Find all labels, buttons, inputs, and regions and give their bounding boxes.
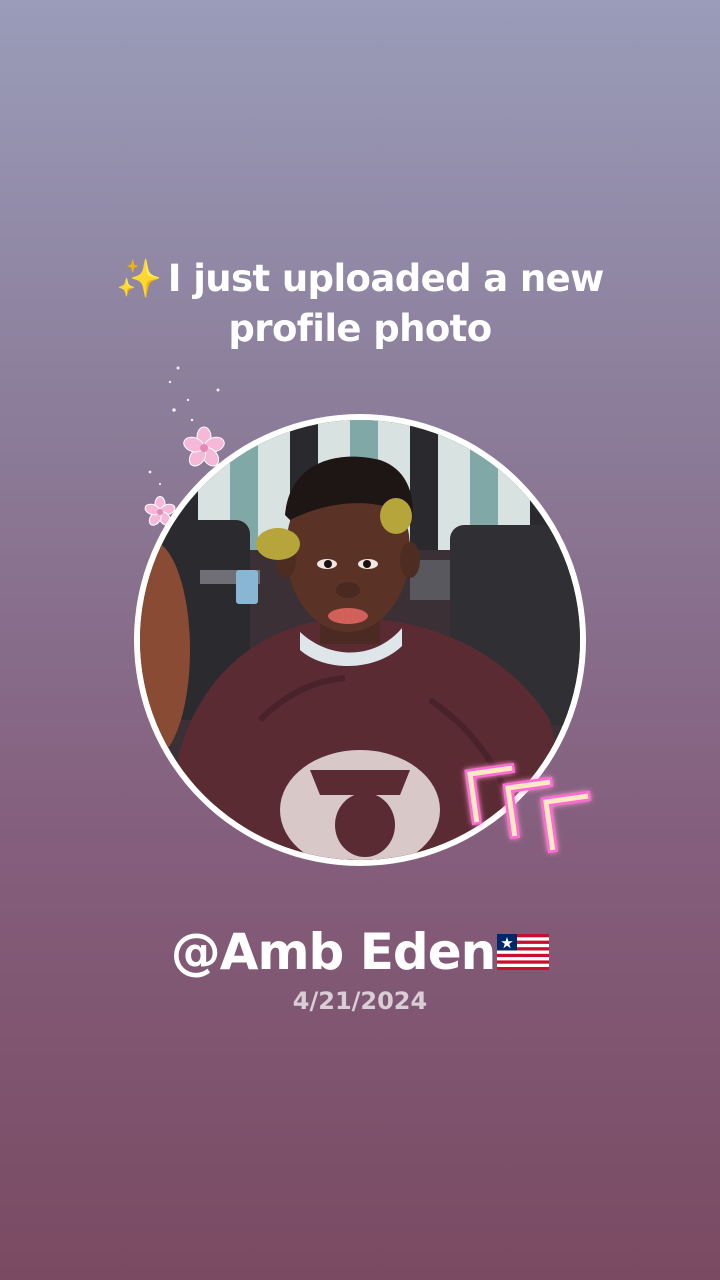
username[interactable]: @Amb Eden xyxy=(60,920,660,984)
headline: ✨ I just uploaded a new profile photo xyxy=(60,254,660,354)
neon-chevrons-icon xyxy=(464,762,592,854)
headline-text-2: profile photo xyxy=(228,307,492,350)
headline-line-1: ✨ I just uploaded a new xyxy=(60,254,660,304)
liberia-flag-icon xyxy=(497,933,550,970)
post-date: 4/21/2024 xyxy=(292,987,428,1015)
sparkle-icon: ✨ xyxy=(116,257,162,300)
headline-text-1: I just uploaded a new xyxy=(167,257,605,300)
username-text: @Amb Eden xyxy=(170,923,496,981)
